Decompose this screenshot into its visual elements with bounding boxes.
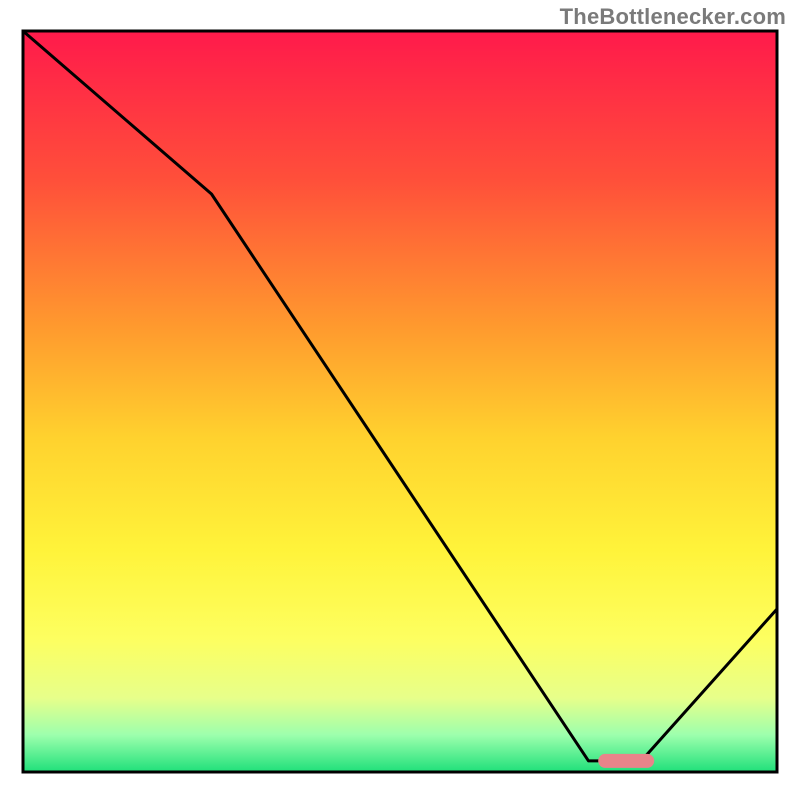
chart-svg	[0, 0, 800, 800]
optimal-marker	[598, 754, 654, 768]
bottleneck-chart: TheBottleneсker.com	[0, 0, 800, 800]
chart-background	[23, 31, 777, 772]
watermark-text: TheBottleneсker.com	[560, 4, 786, 30]
